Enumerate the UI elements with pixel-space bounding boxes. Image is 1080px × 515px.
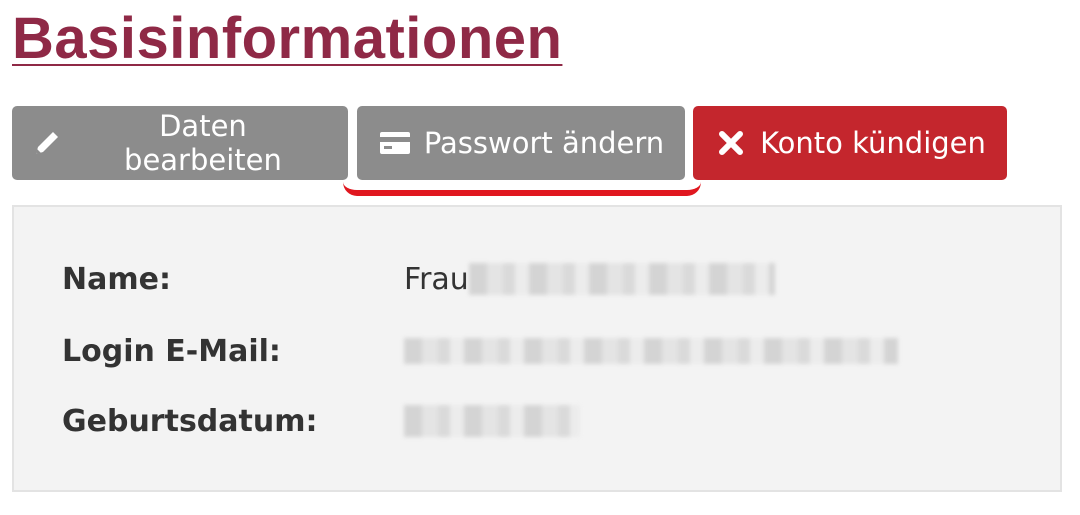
close-icon	[714, 126, 748, 160]
change-password-button[interactable]: Passwort ändern	[357, 106, 685, 180]
email-label: Login E-Mail:	[62, 333, 281, 369]
account-page: Basisinformationen Daten bearbeiten Pass…	[0, 0, 1080, 515]
name-salutation: Frau	[404, 261, 469, 297]
name-redacted	[468, 263, 775, 295]
change-password-label: Passwort ändern	[423, 126, 665, 160]
name-value: Frau	[404, 262, 775, 297]
birthdate-value	[404, 405, 580, 437]
birthdate-label: Geburtsdatum:	[62, 403, 318, 439]
pencil-icon	[30, 126, 64, 160]
birthdate-redacted	[404, 405, 580, 437]
basic-info-panel: Name: Frau Login E-Mail: Geburtsdatum:	[12, 205, 1062, 492]
edit-data-label: Daten bearbeiten	[124, 109, 282, 177]
page-title[interactable]: Basisinformationen	[12, 4, 562, 74]
cancel-account-label: Konto kündigen	[760, 126, 986, 160]
email-redacted	[404, 338, 898, 364]
cancel-account-button[interactable]: Konto kündigen	[693, 106, 1007, 180]
birthdate-row: Geburtsdatum:	[62, 401, 580, 441]
credit-card-icon	[378, 126, 412, 160]
email-value	[404, 338, 898, 364]
highlight-underline	[343, 182, 701, 196]
name-row: Name: Frau	[62, 259, 775, 299]
name-label: Name:	[62, 261, 171, 297]
edit-data-button[interactable]: Daten bearbeiten	[12, 106, 348, 180]
email-row: Login E-Mail:	[62, 331, 898, 371]
